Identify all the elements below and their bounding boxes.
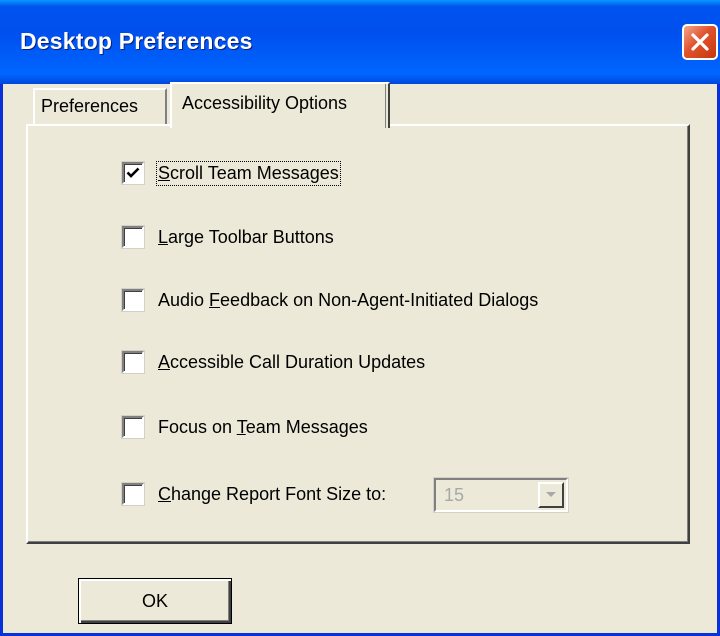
ok-button[interactable]: OK bbox=[78, 578, 232, 624]
window-title: Desktop Preferences bbox=[20, 28, 253, 54]
close-button[interactable] bbox=[682, 24, 718, 60]
ok-button-label: OK bbox=[141, 590, 168, 611]
tab-accessibility-options[interactable]: Accessibility Options bbox=[170, 82, 390, 128]
tab-preferences-label: Preferences bbox=[41, 96, 139, 116]
close-icon bbox=[691, 33, 709, 51]
title-bar[interactable]: Desktop Preferences bbox=[0, 0, 720, 84]
accessibility-options-panel bbox=[26, 124, 690, 544]
tab-accessibility-options-label: Accessibility Options bbox=[182, 93, 348, 113]
tab-preferences[interactable]: Preferences bbox=[33, 88, 167, 124]
